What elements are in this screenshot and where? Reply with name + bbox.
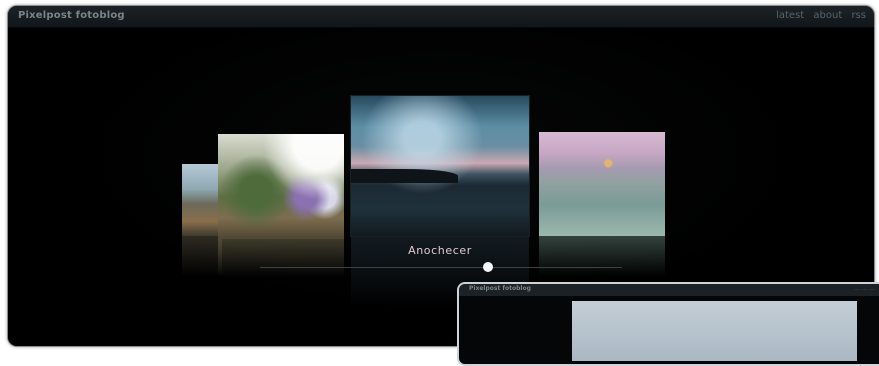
secondary-site-title[interactable]: Pixelpost fotoblog xyxy=(469,285,531,292)
gallery-photo-garden[interactable] xyxy=(218,134,344,239)
photo-landmass xyxy=(351,168,458,183)
secondary-top-navigation[interactable]: ... ... ... xyxy=(854,285,875,292)
secondary-browser-window: Pixelpost fotoblog ... ... ... xyxy=(457,282,879,366)
site-header: Pixelpost fotoblog latest about rss xyxy=(8,6,874,28)
gallery-photo-rocks[interactable] xyxy=(182,164,222,236)
site-title[interactable]: Pixelpost fotoblog xyxy=(18,10,125,21)
secondary-gallery-photo[interactable] xyxy=(572,301,857,361)
secondary-site-header: Pixelpost fotoblog ... ... ... xyxy=(459,284,879,296)
gallery-photo-sea[interactable] xyxy=(539,132,665,236)
nav-rss-link[interactable]: rss xyxy=(851,10,866,21)
photo-reflection xyxy=(539,236,665,276)
photo-reflection xyxy=(218,239,344,277)
top-navigation: latest about rss xyxy=(770,10,866,21)
photo-caption: Anochecer xyxy=(408,244,472,257)
nav-about-link[interactable]: about xyxy=(813,10,842,21)
gallery-slider-thumb[interactable] xyxy=(483,262,493,272)
nav-latest-link[interactable]: latest xyxy=(776,10,804,21)
photo-reflection xyxy=(182,236,222,276)
gallery-photo-sunset-selected[interactable] xyxy=(351,96,529,236)
gallery-slider-track[interactable] xyxy=(260,267,622,268)
